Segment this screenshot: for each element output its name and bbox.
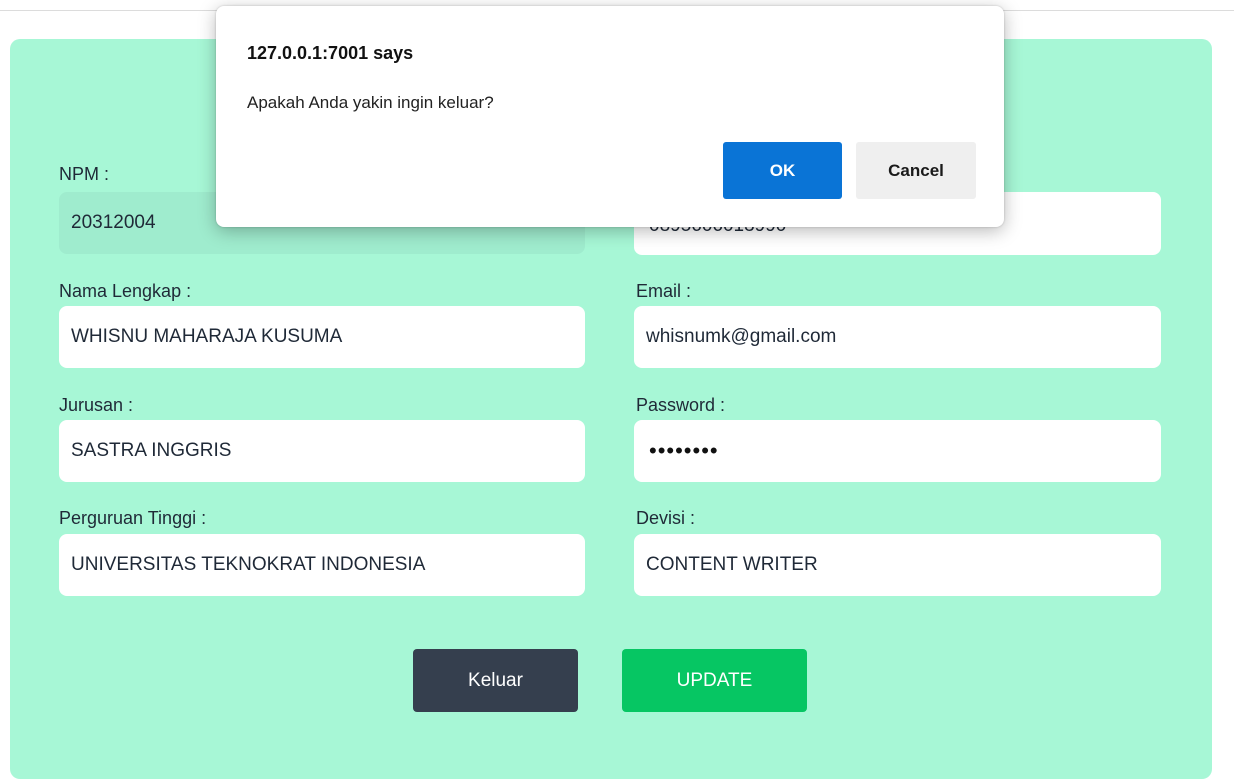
jurusan-label: Jurusan : [59,395,134,415]
email-label: Email : [636,281,692,301]
dialog-title: 127.0.0.1:7001 says [247,43,414,63]
perguruan-tinggi-field[interactable] [59,534,585,596]
password-label: Password : [636,395,726,415]
jurusan-field[interactable] [59,420,585,482]
ok-button[interactable]: OK [723,142,842,199]
nama-lengkap-field[interactable] [59,306,585,368]
cancel-button[interactable]: Cancel [856,142,976,199]
update-button[interactable]: UPDATE [622,649,807,712]
dialog-message: Apakah Anda yakin ingin keluar? [247,93,494,112]
devisi-label: Devisi : [636,508,696,528]
keluar-button[interactable]: Keluar [413,649,578,712]
devisi-field[interactable] [634,534,1161,596]
email-field[interactable] [634,306,1161,368]
perguruan-tinggi-label: Perguruan Tinggi : [59,508,207,528]
nama-lengkap-label: Nama Lengkap : [59,281,192,301]
password-field[interactable]: •••••••• [634,420,1161,482]
npm-label: NPM : [59,164,110,184]
confirm-dialog: 127.0.0.1:7001 says Apakah Anda yakin in… [216,6,1004,227]
